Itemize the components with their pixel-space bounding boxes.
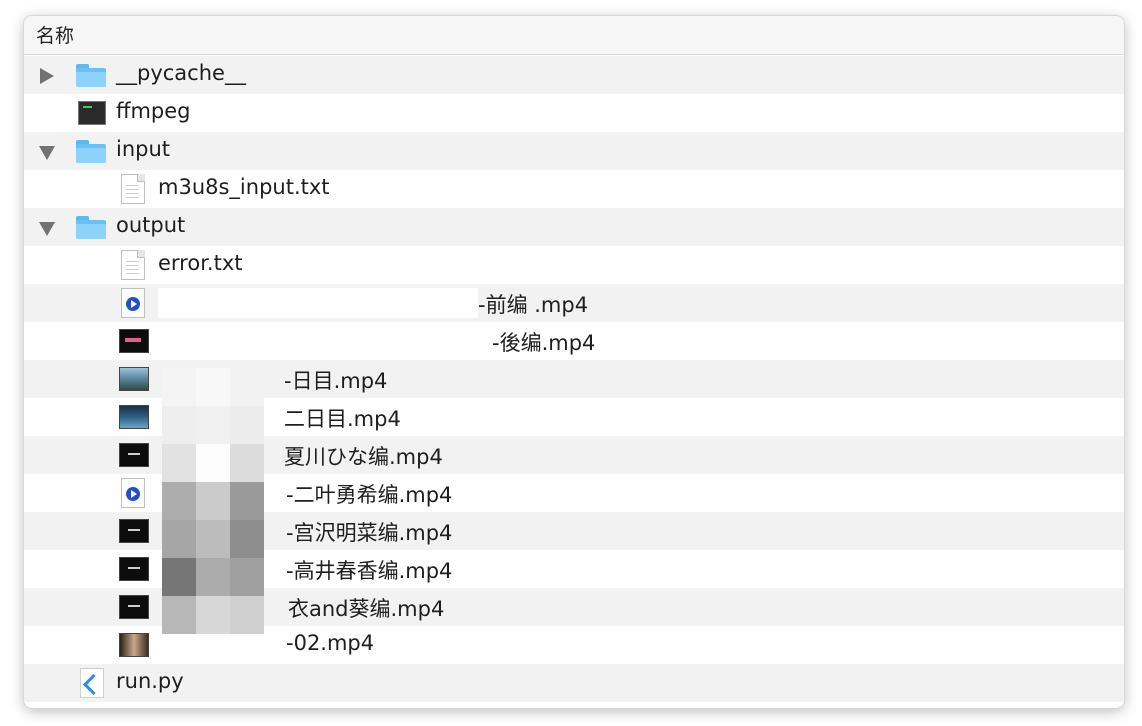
list-item-error-txt[interactable]: error.txt: [24, 246, 1124, 284]
item-name: -宫沢明菜编.mp4: [286, 521, 453, 545]
disclosure-collapsed-icon[interactable]: [24, 56, 54, 94]
item-name: -02.mp4: [286, 631, 375, 655]
folder-icon: [75, 62, 107, 88]
item-name: output: [116, 213, 186, 237]
item-name: 二日目.mp4: [284, 407, 401, 431]
video-thumbnail-icon: [119, 443, 149, 467]
item-name: run.py: [116, 669, 184, 693]
item-name: 夏川ひな编.mp4: [284, 445, 443, 469]
list-item-m3u8s-input[interactable]: m3u8s_input.txt: [24, 170, 1124, 208]
name-column-header[interactable]: 名称: [36, 21, 74, 48]
item-name: -前编 .mp4: [478, 293, 589, 317]
item-name: -後编.mp4: [492, 331, 596, 355]
vscode-python-file-icon: [80, 668, 104, 698]
redaction-mask: [158, 288, 478, 318]
text-document-icon: [121, 174, 145, 204]
column-header[interactable]: 名称: [24, 16, 1124, 55]
item-name: -二叶勇希编.mp4: [286, 483, 453, 507]
finder-window: 名称 __pycache__ ffmpeg input m3u8s_input.…: [24, 16, 1124, 708]
list-item-output[interactable]: output: [24, 208, 1124, 246]
video-thumbnail-icon: [119, 557, 149, 581]
item-name: input: [116, 137, 171, 161]
text-document-icon: [121, 250, 145, 280]
item-name: error.txt: [158, 251, 243, 275]
folder-icon: [75, 138, 107, 164]
list-item-input[interactable]: input: [24, 132, 1124, 170]
video-thumbnail-icon: [119, 405, 149, 429]
folder-icon: [75, 214, 107, 240]
video-thumbnail-icon: [119, 595, 149, 619]
redaction-pixelation: [162, 368, 286, 642]
item-name: -高井春香编.mp4: [286, 559, 453, 583]
video-thumbnail-icon: [119, 519, 149, 543]
video-thumbnail-icon: [119, 633, 149, 657]
video-thumbnail-icon: [119, 367, 149, 391]
disclosure-expanded-icon[interactable]: [24, 132, 55, 170]
terminal-executable-icon: [78, 101, 106, 125]
list-item-pycache[interactable]: __pycache__: [24, 56, 1124, 94]
item-name: -日目.mp4: [284, 369, 388, 393]
item-name: m3u8s_input.txt: [158, 175, 330, 199]
item-name: 衣and葵编.mp4: [288, 597, 445, 621]
disclosure-expanded-icon[interactable]: [24, 208, 55, 246]
item-name: __pycache__: [116, 61, 246, 85]
list-item-ffmpeg[interactable]: ffmpeg: [24, 94, 1124, 132]
video-file-icon: [121, 288, 145, 318]
item-name: ffmpeg: [116, 99, 191, 123]
list-item-run-py[interactable]: run.py: [24, 664, 1124, 702]
redaction-mask: [158, 326, 492, 356]
video-thumbnail-icon: [119, 329, 149, 353]
video-file-icon: [121, 478, 145, 508]
